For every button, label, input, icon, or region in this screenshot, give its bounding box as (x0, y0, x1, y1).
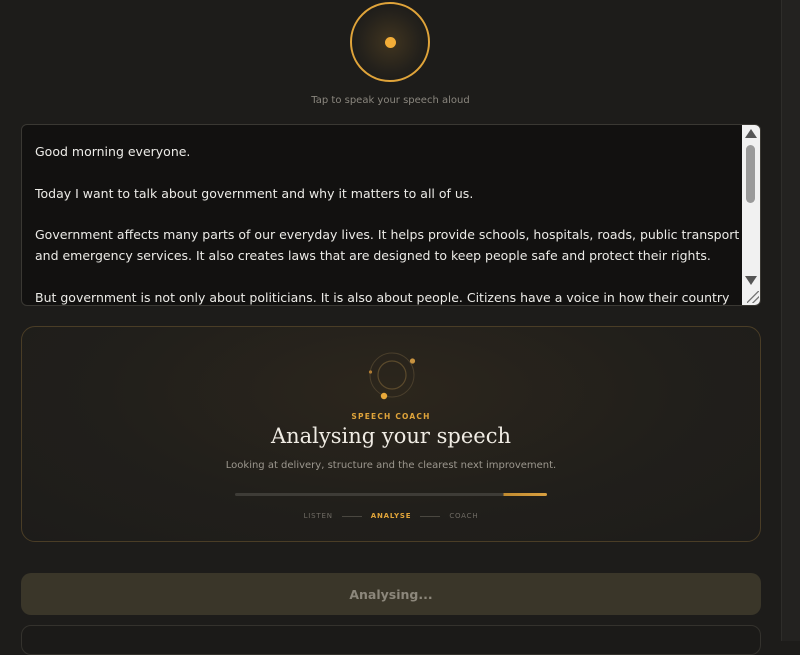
speech-textarea[interactable]: Good morning everyone. Today I want to t… (21, 124, 761, 306)
step-coach: COACH (449, 512, 479, 520)
scrollbar-thumb[interactable] (746, 145, 755, 203)
record-button[interactable] (350, 2, 430, 82)
progress-steps: LISTEN ANALYSE COACH (22, 512, 760, 520)
orbit-loader-icon (368, 352, 416, 400)
step-listen: LISTEN (303, 512, 333, 520)
scroll-down-arrow-icon[interactable] (745, 276, 757, 285)
speech-text[interactable]: Good morning everyone. Today I want to t… (35, 142, 740, 305)
step-divider (341, 515, 362, 517)
step-analyse: ANALYSE (370, 512, 412, 520)
record-hint: Tap to speak your speech aloud (311, 95, 470, 106)
next-panel (21, 625, 761, 655)
speech-coach-panel: SPEECH COACH Analysing your speech Looki… (21, 326, 761, 542)
resize-handle-icon[interactable] (747, 291, 759, 303)
editor-scrollbar[interactable] (742, 125, 760, 305)
analysis-progress-fill (235, 493, 547, 496)
microphone-record-icon (385, 37, 396, 48)
analyse-button[interactable]: Analysing... (21, 573, 761, 615)
analysis-progress-bar (235, 493, 547, 496)
scroll-up-arrow-icon[interactable] (745, 129, 757, 138)
coach-subtitle: Looking at delivery, structure and the c… (225, 460, 557, 471)
page-scroll-gutter (781, 0, 800, 641)
step-divider (420, 515, 441, 517)
coach-title: Analysing your speech (270, 424, 512, 448)
coach-label: SPEECH COACH (351, 412, 431, 421)
